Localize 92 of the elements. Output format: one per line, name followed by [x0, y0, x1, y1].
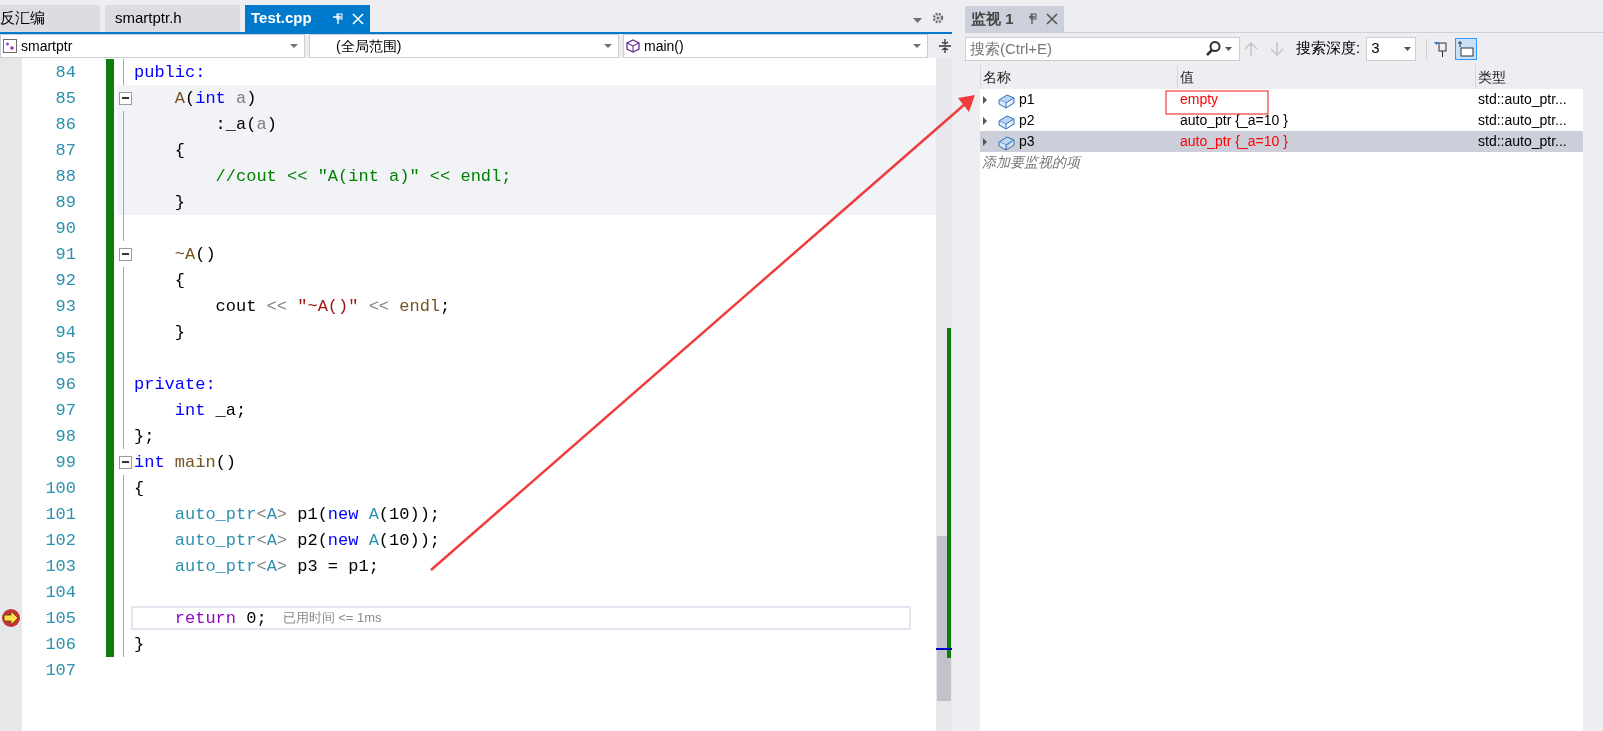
watch-row[interactable]: p3 auto_ptr {_a=10 } std::auto_ptr... [980, 131, 1583, 152]
elapsed-time-hint: 已用时间 <= 1ms [282, 609, 382, 628]
line-number: 88 [54, 167, 76, 185]
caret-icon [604, 44, 612, 48]
watch-name: p3 [1019, 132, 1035, 151]
watch-value: auto_ptr {_a=10 } [1180, 111, 1288, 130]
scroll-bar[interactable] [936, 58, 952, 731]
code-line: private: [134, 375, 216, 393]
search-depth-label: 搜索深度: [1296, 38, 1361, 59]
line-number: 87 [54, 141, 76, 159]
line-number: 103 [44, 557, 76, 575]
add-watch-placeholder[interactable]: 添加要监视的项 [982, 152, 1080, 173]
code-line: { [173, 271, 185, 289]
line-number: 105 [44, 609, 76, 627]
split-icon[interactable] [938, 39, 952, 53]
outline-guide-line [123, 59, 124, 85]
navigation-dropdown[interactable]: smartptr [0, 34, 305, 58]
collapse-toggle[interactable] [118, 247, 132, 261]
watch-row[interactable]: p1 empty std::auto_ptr... [980, 89, 1583, 110]
line-number: 90 [54, 219, 76, 237]
line-number: 89 [54, 193, 76, 211]
search-field[interactable]: 搜索(Ctrl+E) [965, 36, 1240, 61]
line-number: 85 [54, 89, 76, 107]
expand-arrow-icon[interactable] [982, 116, 988, 125]
line-number: 99 [54, 453, 76, 471]
line-number: 101 [44, 505, 76, 523]
dropdown-icon[interactable] [913, 18, 922, 24]
file-tab[interactable]: smartptr.h [105, 5, 240, 32]
code-line: public: [134, 63, 206, 81]
expand-arrow-icon[interactable] [982, 95, 988, 104]
pin-filter-icon[interactable] [1433, 40, 1450, 57]
file-tab[interactable]: Test.cpp [245, 5, 370, 32]
caret-icon [913, 44, 921, 48]
settings-icon[interactable] [932, 12, 944, 24]
code-line: :_a(a) [214, 115, 277, 133]
line-number: 107 [44, 661, 76, 679]
watch-row[interactable]: p2 auto_ptr {_a=10 } std::auto_ptr... [980, 110, 1583, 131]
watch-name: p1 [1019, 90, 1035, 109]
line-number: 102 [44, 531, 76, 549]
watch-value: empty [1180, 90, 1219, 109]
line-number: 98 [54, 427, 76, 445]
watch-type: std::auto_ptr... [1478, 111, 1567, 130]
caret-icon [290, 44, 298, 48]
pin-icon[interactable] [331, 12, 344, 25]
line-number: 95 [54, 349, 76, 367]
collapse-toggle[interactable] [118, 91, 132, 105]
close-icon[interactable] [1045, 13, 1058, 25]
code-line: int _a; [173, 401, 247, 419]
line-number: 86 [54, 115, 76, 133]
code-line: //cout << "A(int a)" << endl; [214, 167, 512, 185]
navigation-dropdown[interactable]: (全局范围) [309, 34, 619, 58]
code-line: { [173, 141, 185, 159]
code-line: int main() [134, 453, 237, 471]
line-number: 96 [54, 375, 76, 393]
value-display-icon[interactable] [1455, 37, 1478, 60]
code-line: auto_ptr<A> p1(new A(10)); [173, 505, 441, 523]
line-number: 93 [54, 297, 76, 315]
watch-tab[interactable]: 监视 1 [965, 6, 1064, 32]
watch-type: std::auto_ptr... [1478, 90, 1567, 109]
class-icon [3, 39, 17, 53]
code-line: A(int a) [173, 89, 257, 107]
watch-value: auto_ptr {_a=10 } [1180, 132, 1288, 151]
collapse-toggle[interactable] [118, 455, 132, 469]
code-line: ~A() [173, 245, 216, 263]
watch-type: std::auto_ptr... [1478, 132, 1567, 151]
code-line: { [134, 479, 145, 497]
watch-name: p2 [1019, 111, 1035, 130]
search-depth-dropdown[interactable]: 3 [1366, 36, 1417, 61]
code-line: } [134, 635, 145, 653]
line-number: 84 [54, 63, 76, 81]
line-number: 97 [54, 401, 76, 419]
search-icon[interactable] [1206, 41, 1221, 56]
code-line: auto_ptr<A> p2(new A(10)); [173, 531, 441, 549]
line-number: 94 [54, 323, 76, 341]
line-number: 92 [54, 271, 76, 289]
line-number: 91 [54, 245, 76, 263]
line-number: 100 [44, 479, 76, 497]
code-line: cout << "~A()" << endl; [214, 297, 451, 315]
line-number: 104 [44, 583, 76, 601]
code-line: return 0; [173, 609, 267, 627]
code-line: auto_ptr<A> p3 = p1; [173, 557, 379, 575]
code-line: } [173, 193, 185, 211]
caret-icon [1404, 46, 1412, 51]
current-line-arrow-icon [1, 608, 21, 628]
code-line: } [173, 323, 185, 341]
code-line: }; [134, 427, 155, 445]
file-tab[interactable]: 反汇编 [0, 5, 100, 32]
caret-icon[interactable] [1225, 46, 1232, 51]
navigation-dropdown[interactable]: main() [623, 34, 928, 58]
expand-arrow-icon[interactable] [982, 137, 988, 146]
line-number: 106 [44, 635, 76, 653]
cube-icon [626, 39, 640, 53]
